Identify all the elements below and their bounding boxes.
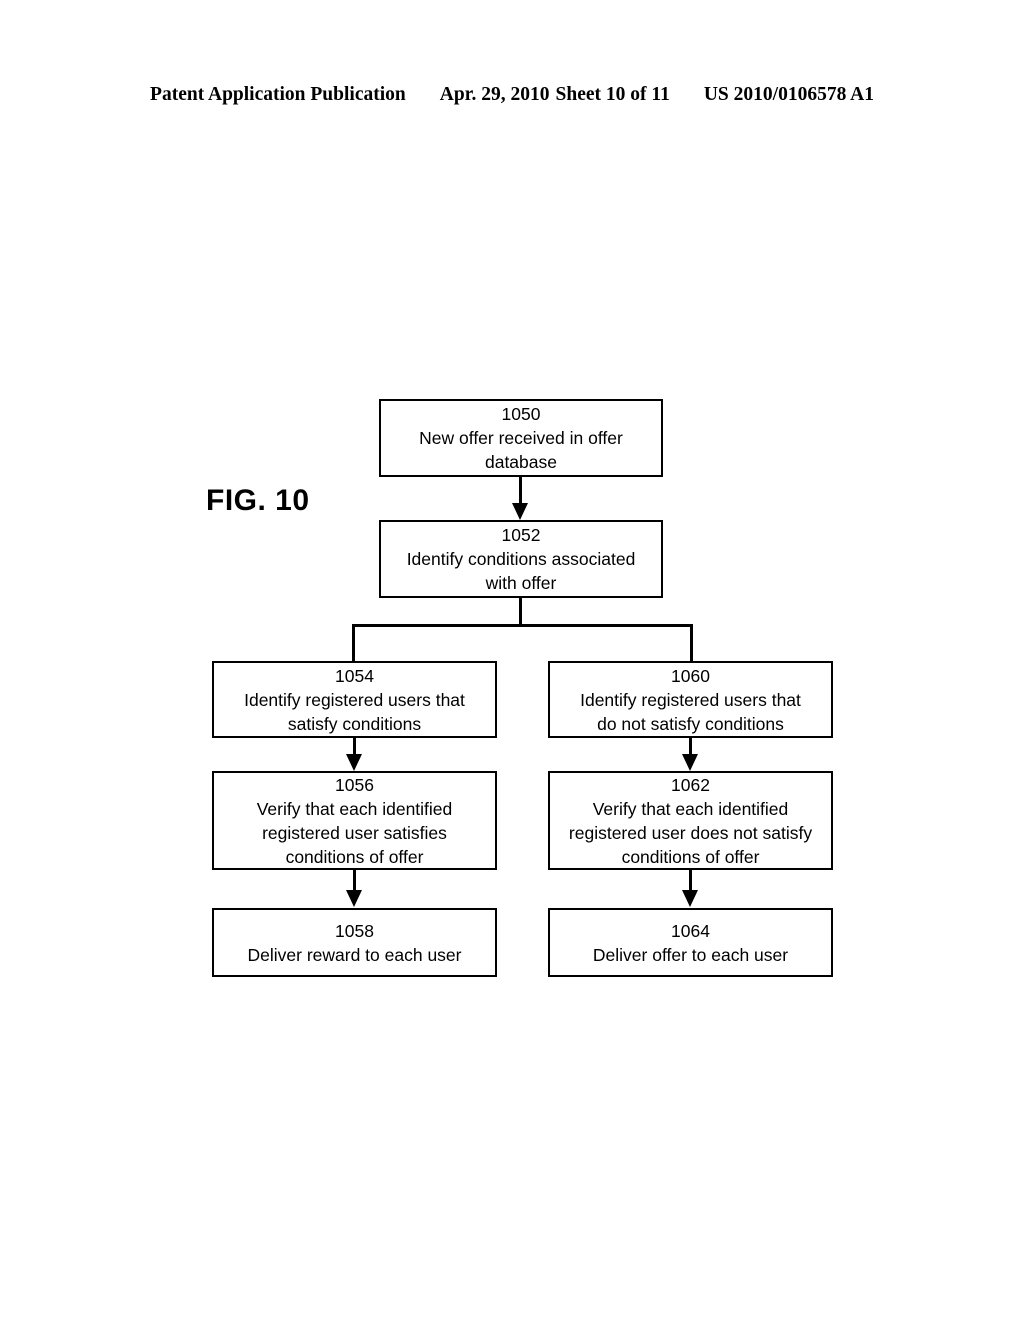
flowchart-box-1050: 1050 New offer received in offer databas… bbox=[379, 399, 663, 477]
patent-header: Patent Application Publication Apr. 29, … bbox=[0, 84, 1024, 114]
flowchart-box-1060: 1060 Identify registered users that do n… bbox=[548, 661, 833, 738]
arrow-head-icon-1060-to-1062 bbox=[682, 754, 698, 771]
flowchart-box-text: Verify that each identified registered u… bbox=[568, 798, 813, 867]
flowchart-box-text: Deliver offer to each user bbox=[592, 944, 789, 965]
connector-split-to-1060 bbox=[690, 624, 693, 662]
flowchart-box-text: Identify registered users that do not sa… bbox=[580, 689, 801, 734]
arrow-head-icon-1062-to-1064 bbox=[682, 890, 698, 907]
flowchart-box-number: 1054 bbox=[335, 665, 374, 686]
flowchart-box-number: 1052 bbox=[501, 525, 541, 545]
arrow-head-icon-1056-to-1058 bbox=[346, 890, 362, 907]
flowchart-box-1058: 1058 Deliver reward to each user bbox=[212, 908, 497, 977]
header-publication-date: Apr. 29, 2010 bbox=[439, 84, 550, 105]
flowchart-box-1062: 1062 Verify that each identified registe… bbox=[548, 771, 833, 870]
flowchart-box-number: 1062 bbox=[671, 774, 710, 795]
flowchart-box-1064: 1064 Deliver offer to each user bbox=[548, 908, 833, 977]
connector-split-to-1054 bbox=[352, 624, 355, 662]
flowchart-box-number: 1058 bbox=[335, 920, 374, 941]
flowchart-box-text: Verify that each identified registered u… bbox=[256, 798, 453, 867]
flowchart-box-number: 1056 bbox=[335, 774, 374, 795]
header-sheet-number: Sheet 10 of 11 bbox=[555, 84, 670, 105]
connector-1056-to-1058 bbox=[353, 870, 356, 892]
flowchart-box-1056: 1056 Verify that each identified registe… bbox=[212, 771, 497, 870]
header-publication-title: Patent Application Publication bbox=[150, 84, 406, 105]
flowchart-box-text: Identify conditions associated with offe… bbox=[406, 549, 636, 593]
flowchart-box-text: New offer received in offer database bbox=[419, 428, 623, 472]
flowchart-box-1054: 1054 Identify registered users that sati… bbox=[212, 661, 497, 738]
flowchart-box-number: 1050 bbox=[501, 404, 541, 424]
connector-split-bar bbox=[352, 624, 693, 627]
arrow-head-icon-1054-to-1056 bbox=[346, 754, 362, 771]
arrow-head-icon-1050-to-1052 bbox=[512, 503, 528, 520]
connector-1050-to-1052 bbox=[519, 477, 522, 505]
flowchart-box-number: 1064 bbox=[671, 920, 710, 941]
flowchart-box-number: 1060 bbox=[671, 665, 710, 686]
figure-label: FIG. 10 bbox=[206, 484, 310, 517]
header-patent-number: US 2010/0106578 A1 bbox=[703, 84, 874, 105]
flowchart-box-text: Deliver reward to each user bbox=[247, 944, 462, 965]
connector-1062-to-1064 bbox=[689, 870, 692, 892]
flowchart-box-text: Identify registered users that satisfy c… bbox=[244, 689, 465, 734]
connector-1052-to-split bbox=[519, 598, 522, 626]
flowchart-box-1052: 1052 Identify conditions associated with… bbox=[379, 520, 663, 598]
